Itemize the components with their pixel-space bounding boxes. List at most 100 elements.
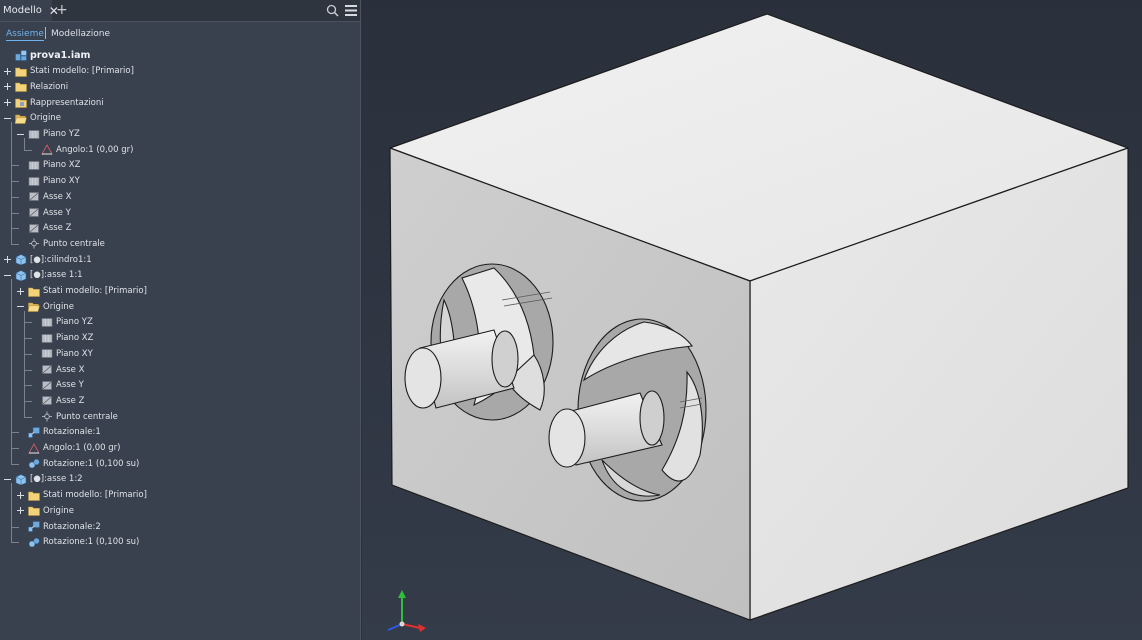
- part-icon: [15, 474, 27, 486]
- tree-node[interactable]: Angolo:1 (0,00 gr): [30, 142, 133, 157]
- tree-node[interactable]: Piano YZ: [30, 315, 93, 330]
- tree-node[interactable]: [●]:asse 1:1: [4, 268, 83, 283]
- plane-icon: [41, 333, 53, 344]
- tree-node[interactable]: Rotazionale:1: [17, 425, 101, 440]
- expand-icon[interactable]: [4, 256, 12, 264]
- angle-icon: [41, 144, 53, 155]
- folder-open-icon: [27, 301, 40, 312]
- tree-node-label: Rotazione:1 (0,100 su): [43, 537, 140, 548]
- tree-node-label: Rappresentazioni: [30, 97, 104, 108]
- tree-node[interactable]: Asse Z: [30, 393, 84, 408]
- plane-icon: [28, 160, 40, 171]
- revolute-icon: [28, 521, 40, 532]
- part-icon: [15, 254, 27, 266]
- tree-connector: [11, 448, 19, 449]
- angle-icon: [28, 442, 40, 454]
- tree-node[interactable]: Punto centrale: [17, 236, 105, 251]
- plus-icon[interactable]: +: [56, 2, 68, 18]
- browser-tab-bar: Modello ✕ +: [0, 0, 360, 22]
- tree-node[interactable]: Origine: [4, 111, 61, 126]
- tree-node[interactable]: Asse X: [17, 189, 71, 204]
- axis-icon: [41, 364, 53, 375]
- collapse-icon[interactable]: [17, 303, 25, 311]
- plane-icon: [28, 176, 40, 187]
- expand-icon[interactable]: [17, 491, 25, 499]
- plane-icon: [41, 317, 53, 328]
- tree-node[interactable]: Punto centrale: [30, 409, 118, 424]
- tree-node[interactable]: Stati modello: [Primario]: [17, 488, 147, 503]
- collapse-icon[interactable]: [17, 130, 25, 138]
- folder-icon: [28, 490, 40, 501]
- tree-connector: [24, 400, 32, 402]
- tree-node-label: Asse X: [56, 364, 85, 375]
- folder-icon: [28, 505, 40, 517]
- collapse-icon[interactable]: [4, 271, 12, 279]
- tree-node-label: Angolo:1 (0,00 gr): [56, 144, 134, 155]
- tree-node[interactable]: Piano YZ: [17, 127, 80, 142]
- rotation-icon: [28, 458, 40, 469]
- tree-node[interactable]: Stati modello: [Primario]: [17, 284, 147, 299]
- folder-icon: [15, 66, 27, 77]
- expand-icon[interactable]: [4, 67, 12, 75]
- folder-views-icon: [15, 97, 27, 108]
- tree-node[interactable]: Rotazione:1 (0,100 su): [17, 456, 139, 471]
- hamburger-menu-icon[interactable]: [345, 5, 357, 16]
- axis-icon: [28, 207, 40, 218]
- tree-node[interactable]: Asse X: [30, 362, 84, 377]
- rotation-icon: [28, 537, 40, 548]
- subtab-divider: [45, 27, 46, 39]
- tree-node[interactable]: Rappresentazioni: [4, 95, 104, 110]
- plane-icon: [41, 348, 53, 359]
- part-icon: [15, 269, 27, 282]
- point-icon: [41, 411, 53, 422]
- tree-node[interactable]: Asse Y: [17, 205, 71, 220]
- tree-node-label: Piano YZ: [43, 129, 80, 139]
- tree-node[interactable]: Asse Y: [30, 378, 84, 393]
- tree-node[interactable]: Origine: [17, 299, 74, 314]
- tree-node-label: Piano YZ: [56, 317, 93, 328]
- expand-icon[interactable]: [4, 99, 12, 107]
- 3d-viewport[interactable]: [362, 0, 1142, 640]
- search-icon[interactable]: [326, 4, 339, 17]
- collapse-icon[interactable]: [4, 475, 12, 483]
- tree-node-label: Piano XZ: [43, 160, 81, 171]
- tree-node-label: Asse Y: [43, 207, 71, 218]
- browser-subtabs: Assieme Modellazione: [0, 22, 360, 44]
- tree-node-label: Piano XY: [43, 176, 80, 187]
- tree-node[interactable]: Piano XY: [30, 346, 93, 361]
- tree-node[interactable]: Angolo:1 (0,00 gr): [17, 441, 120, 456]
- tree-node[interactable]: Asse Z: [17, 221, 71, 236]
- tree-node[interactable]: prova1.iam: [4, 48, 90, 63]
- tab-modello[interactable]: Modello ✕: [0, 0, 59, 21]
- tree-connector: [11, 181, 19, 183]
- expand-icon[interactable]: [17, 287, 25, 295]
- tree-node-label: prova1.iam: [30, 50, 91, 61]
- collapse-icon[interactable]: [4, 114, 12, 122]
- tree-node[interactable]: Stati modello: [Primario]: [4, 64, 134, 79]
- expand-icon[interactable]: [4, 83, 12, 91]
- tree-connector: [11, 483, 12, 544]
- tree-node[interactable]: Relazioni: [4, 79, 68, 94]
- tree-node[interactable]: Rotazione:1 (0,100 su): [17, 535, 139, 550]
- tab-assieme[interactable]: Assieme: [6, 29, 44, 41]
- tree-node-label: Punto centrale: [43, 238, 105, 249]
- tree-node[interactable]: [●]:asse 1:2: [4, 472, 83, 487]
- axis-icon: [28, 223, 40, 234]
- expand-icon[interactable]: [17, 507, 25, 515]
- tree-node[interactable]: Rotazionale:2: [17, 519, 101, 534]
- tree-node[interactable]: Piano XZ: [30, 331, 93, 346]
- tree-connector: [11, 432, 19, 434]
- plane-icon: [28, 129, 40, 140]
- tree-node-label: [●]:asse 1:1: [30, 270, 83, 281]
- tree-node-label: Rotazionale:1: [43, 427, 101, 438]
- tree-node[interactable]: Piano XZ: [17, 158, 80, 173]
- tree-connector: [24, 369, 32, 371]
- tree-node[interactable]: [●]:cilindro1:1: [4, 252, 92, 267]
- tree-node[interactable]: Piano XY: [17, 174, 80, 189]
- tab-modellazione[interactable]: Modellazione: [51, 29, 110, 39]
- tree-node-label: Rotazione:1 (0,100 su): [43, 458, 140, 469]
- tree-node[interactable]: Origine: [17, 503, 74, 518]
- tree-connector: [11, 279, 12, 465]
- model-browser-panel: Modello ✕ + Assieme Modellazione prova1.…: [0, 0, 361, 640]
